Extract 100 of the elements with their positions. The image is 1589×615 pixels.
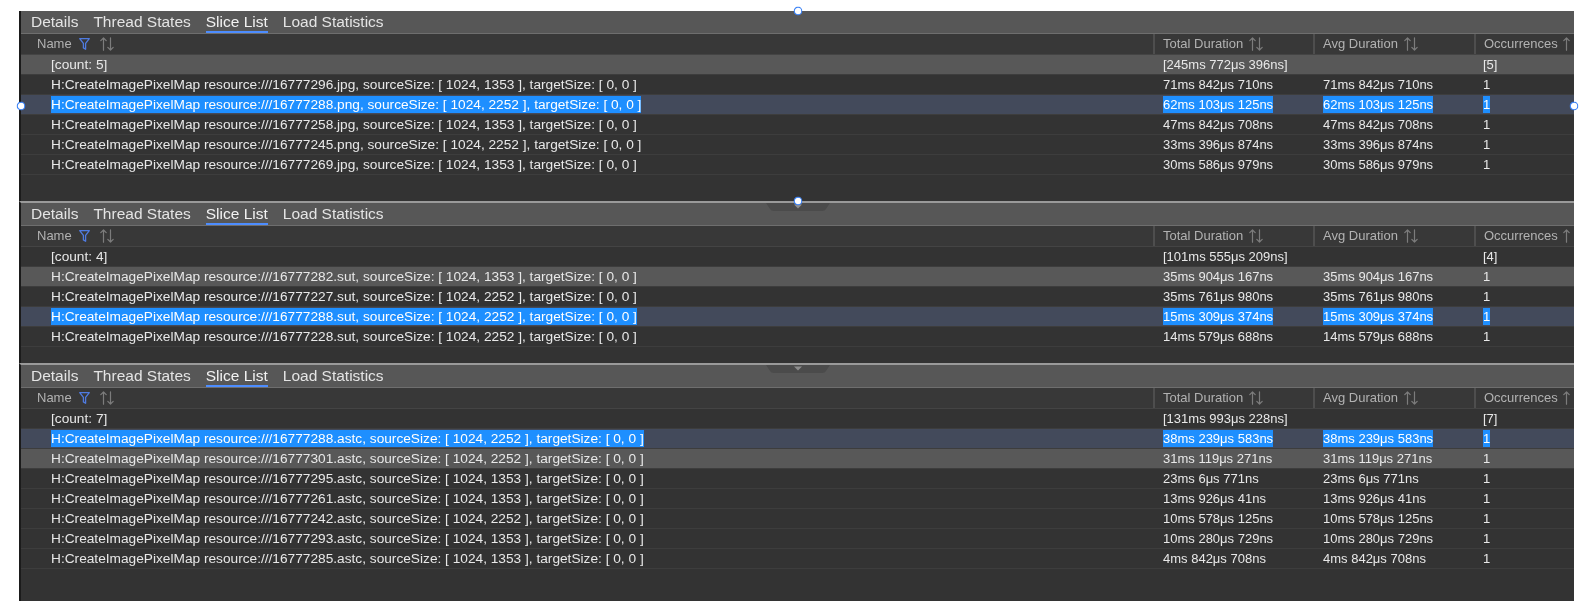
tab[interactable]: Thread States [93,203,191,225]
avg-duration: 35ms 761μs 980ns [1323,288,1434,305]
table-row[interactable]: H:CreateImagePixelMap resource:///16777301.astc, sourceSize: [ 1024, 2252 ], targetSize: [ 0, 0 ] 31ms 119μs 271ns 31ms 119μs 271ns 1 [21,449,1574,469]
sort-icon[interactable] [1562,37,1570,51]
avg-duration: 62ms 103μs 125ns [1323,96,1434,113]
avg-duration: 71ms 842μs 710ns [1323,76,1434,93]
total-duration: 35ms 761μs 980ns [1163,288,1274,305]
total-duration: 15ms 309μs 374ns [1163,308,1274,325]
collapse-handle-icon[interactable] [765,203,830,211]
slice-name: H:CreateImagePixelMap resource:///16777301.astc, sourceSize: [ 1024, 2252 ], targetSize: [ 0, 0 ] [51,450,644,467]
occurrence-count: 1 [1483,530,1491,547]
table-row[interactable]: H:CreateImagePixelMap resource:///16777282.sut, sourceSize: [ 1024, 1353 ], targetSize: [ 0, 0 ] 35ms 904μs 167ns 35ms 904μs 167ns 1 [21,267,1574,287]
sort-icon[interactable] [99,391,114,405]
occurrence-count: 1 [1483,470,1491,487]
slice-name: H:CreateImagePixelMap resource:///16777288.png, sourceSize: [ 1024, 2252 ], targetSize: [ 0, 0 ] [51,96,642,113]
occurrence-count: 1 [1483,430,1491,447]
sort-icon[interactable] [1249,229,1264,243]
sort-icon[interactable] [1249,37,1264,51]
slice-name: H:CreateImagePixelMap resource:///16777269.jpg, sourceSize: [ 1024, 1353 ], targetSize: [ 0, 0 ] [51,156,637,173]
avg-duration: 4ms 842μs 708ns [1323,550,1426,567]
occurrence-count: 1 [1483,288,1491,305]
tab[interactable]: Details [31,365,79,387]
total-duration: 10ms 280μs 729ns [1163,530,1274,547]
occurrence-count: [7] [1483,410,1498,427]
occurrence-count: 1 [1483,96,1491,113]
tab[interactable]: Thread States [93,365,191,387]
sort-icon[interactable] [1403,229,1418,243]
total-duration: [245ms 772μs 396ns] [1163,56,1288,73]
occurrence-count: 1 [1483,308,1491,325]
filter-icon[interactable] [78,230,90,242]
occurrence-count: [4] [1483,248,1498,265]
table-row[interactable]: [count: 5] [245ms 772μs 396ns] [5] [21,55,1574,75]
tab[interactable]: Load Statistics [282,11,384,33]
sort-icon[interactable] [1249,391,1264,405]
sort-icon[interactable] [99,229,114,243]
avg-duration: 10ms 578μs 125ns [1323,510,1434,527]
tab[interactable]: Details [31,11,79,33]
tab[interactable]: Thread States [93,11,191,33]
slice-name: H:CreateImagePixelMap resource:///16777296.jpg, sourceSize: [ 1024, 1353 ], targetSize: [ 0, 0 ] [51,76,637,93]
occurrence-count: 1 [1483,116,1491,133]
avg-duration: 30ms 586μs 979ns [1323,156,1434,173]
sort-icon[interactable] [1403,391,1418,405]
tab[interactable]: Load Statistics [282,203,384,225]
table-row[interactable]: H:CreateImagePixelMap resource:///16777288.sut, sourceSize: [ 1024, 2252 ], targetSize: [ 0, 0 ] 15ms 309μs 374ns 15ms 309μs 374ns 1 [21,307,1574,327]
total-duration: 38ms 239μs 583ns [1163,430,1274,447]
avg-duration: 23ms 6μs 771ns [1323,470,1419,487]
occurrence-count: 1 [1483,550,1491,567]
slice-name: H:CreateImagePixelMap resource:///16777285.astc, sourceSize: [ 1024, 1353 ], targetSize: [ 0, 0 ] [51,550,644,567]
sort-icon[interactable] [1562,229,1570,243]
occurrence-count: 1 [1483,450,1491,467]
total-duration: [101ms 555μs 209ns] [1163,248,1288,265]
slice-name: H:CreateImagePixelMap resource:///16777261.astc, sourceSize: [ 1024, 1353 ], targetSize: [ 0, 0 ] [51,490,644,507]
occurrence-count: 1 [1483,76,1491,93]
avg-duration: 31ms 119μs 271ns [1323,450,1433,467]
tab[interactable]: Load Statistics [282,365,384,387]
slice-name: [count: 7] [51,410,108,427]
sort-icon[interactable] [1562,391,1570,405]
occurrence-count: 1 [1483,510,1491,527]
tab[interactable]: Details [31,203,79,225]
slice-name: H:CreateImagePixelMap resource:///16777258.jpg, sourceSize: [ 1024, 1353 ], targetSize: [ 0, 0 ] [51,116,637,133]
sort-icon[interactable] [1403,37,1418,51]
total-duration: 23ms 6μs 771ns [1163,470,1259,487]
sort-icon[interactable] [99,37,114,51]
occurrence-count: 1 [1483,328,1491,345]
total-duration: 10ms 578μs 125ns [1163,510,1274,527]
total-duration: [131ms 993μs 228ns] [1163,410,1288,427]
total-duration: 62ms 103μs 125ns [1163,96,1274,113]
column-header[interactable]: Name [21,388,1153,408]
avg-duration: 38ms 239μs 583ns [1323,430,1434,447]
total-duration: 31ms 119μs 271ns [1163,450,1273,467]
total-duration: 30ms 586μs 979ns [1163,156,1274,173]
slice-name: [count: 5] [51,56,108,73]
occurrence-count: 1 [1483,490,1491,507]
column-header[interactable]: Name [21,34,1153,54]
resize-handle-icon[interactable] [793,6,802,16]
avg-duration: 10ms 280μs 729ns [1323,530,1434,547]
slice-name: H:CreateImagePixelMap resource:///16777245.png, sourceSize: [ 1024, 2252 ], targetSize: [ 0, 0 ] [51,136,642,153]
resize-handle-icon[interactable] [1569,101,1579,111]
column-header[interactable]: Name [21,226,1153,246]
table-row[interactable]: H:CreateImagePixelMap resource:///16777288.png, sourceSize: [ 1024, 2252 ], targetSize: [ 0, 0 ] 62ms 103μs 125ns 62ms 103μs 125ns 1 [21,95,1574,115]
avg-duration: 13ms 926μs 41ns [1323,490,1426,507]
total-duration: 33ms 396μs 874ns [1163,136,1274,153]
avg-duration: 14ms 579μs 688ns [1323,328,1434,345]
filter-icon[interactable] [78,38,90,50]
slice-name: H:CreateImagePixelMap resource:///16777288.sut, sourceSize: [ 1024, 2252 ], targetSize: [ 0, 0 ] [51,308,637,325]
total-duration: 14ms 579μs 688ns [1163,328,1274,345]
slice-name: H:CreateImagePixelMap resource:///16777288.astc, sourceSize: [ 1024, 2252 ], targetSize: [ 0, 0 ] [51,430,644,447]
collapse-handle-icon[interactable] [765,365,830,373]
slice-name: H:CreateImagePixelMap resource:///16777242.astc, sourceSize: [ 1024, 2252 ], targetSize: [ 0, 0 ] [51,510,644,527]
total-duration: 4ms 842μs 708ns [1163,550,1266,567]
slice-name: H:CreateImagePixelMap resource:///16777295.astc, sourceSize: [ 1024, 1353 ], targetSize: [ 0, 0 ] [51,470,644,487]
table-row[interactable]: H:CreateImagePixelMap resource:///16777288.astc, sourceSize: [ 1024, 2252 ], targetSize: [ 0, 0 ] 38ms 239μs 583ns 38ms 239μs 583ns 1 [21,429,1574,449]
resize-handle-icon[interactable] [16,101,26,111]
slice-name: H:CreateImagePixelMap resource:///16777228.sut, sourceSize: [ 1024, 2252 ], targetSize: [ 0, 0 ] [51,328,637,345]
slice-name: H:CreateImagePixelMap resource:///16777227.sut, sourceSize: [ 1024, 2252 ], targetSize: [ 0, 0 ] [51,288,637,305]
slice-name: H:CreateImagePixelMap resource:///16777293.astc, sourceSize: [ 1024, 1353 ], targetSize: [ 0, 0 ] [51,530,644,547]
occurrence-count: [5] [1483,56,1498,73]
resize-handle-icon[interactable] [793,196,802,206]
filter-icon[interactable] [78,392,90,404]
total-duration: 71ms 842μs 710ns [1163,76,1274,93]
